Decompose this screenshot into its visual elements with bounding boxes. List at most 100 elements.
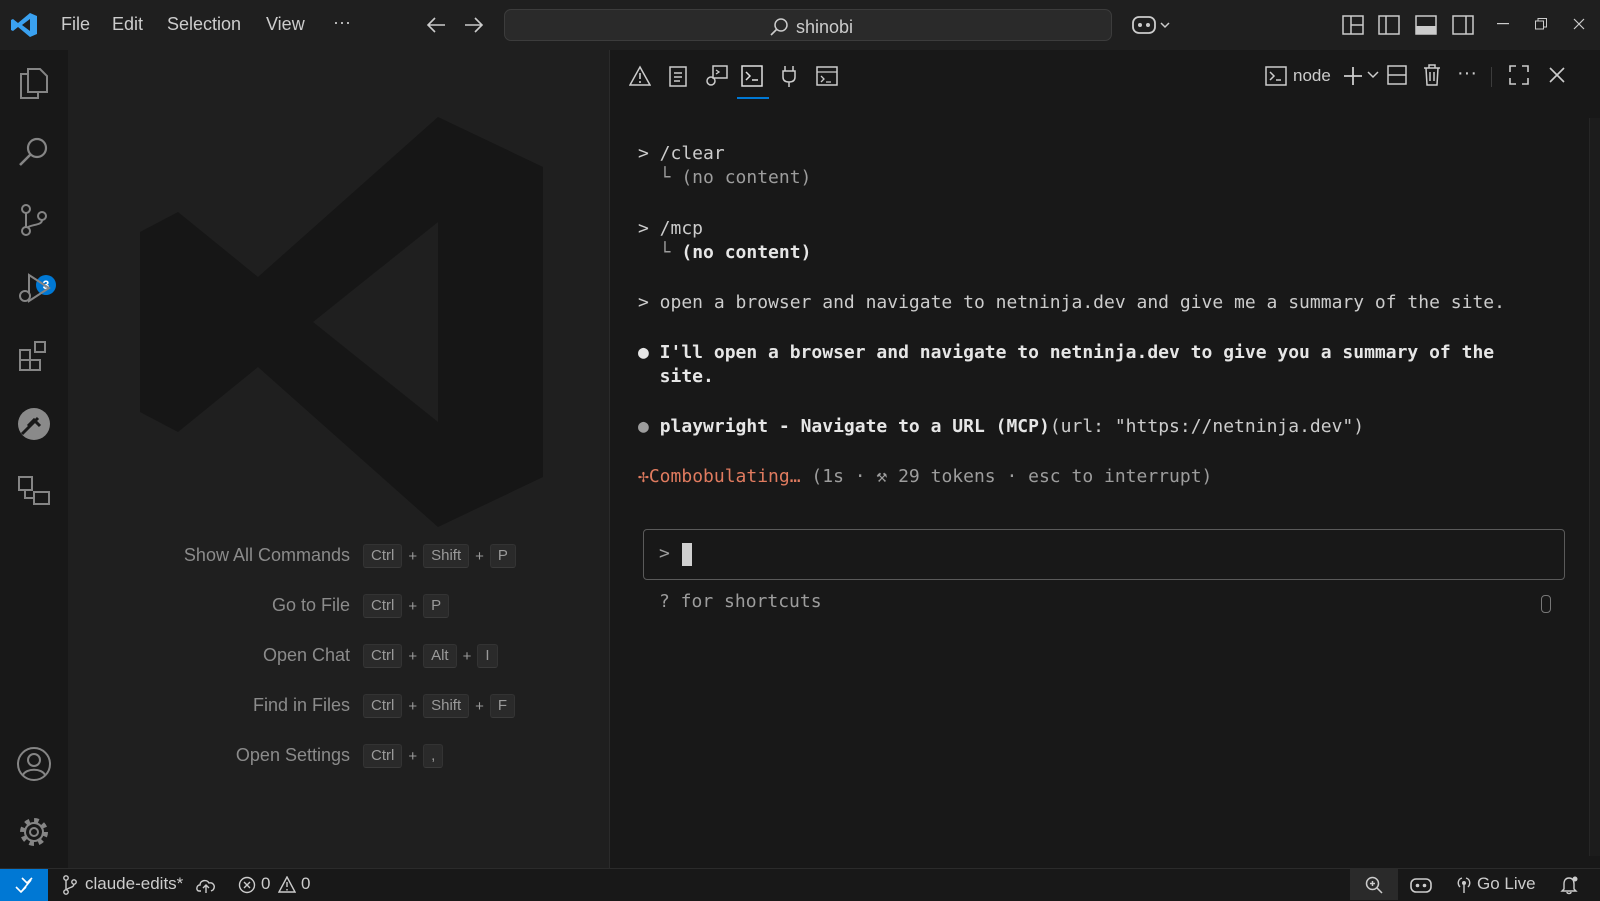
key: P bbox=[423, 594, 450, 618]
shortcut-row[interactable]: Go to File bbox=[68, 593, 350, 617]
remote-icon bbox=[15, 877, 33, 893]
copilot-status-icon[interactable] bbox=[1409, 875, 1433, 895]
go-live-label[interactable]: Go Live bbox=[1477, 874, 1536, 894]
remote-indicator[interactable] bbox=[0, 869, 48, 901]
key: I bbox=[477, 644, 498, 668]
tool-args: (url: "https://netninja.dev") bbox=[1049, 416, 1365, 437]
spinner-icon: ✢ bbox=[638, 466, 649, 487]
shortcut-keys: Ctrl + Shift + F bbox=[363, 694, 516, 718]
warnings-count[interactable]: 0 bbox=[301, 874, 310, 894]
user-prompt-line: > open a browser and navigate to netninj… bbox=[638, 292, 1505, 313]
terminal-scrollbar[interactable] bbox=[1589, 118, 1600, 856]
zoom-indicator[interactable] bbox=[1350, 869, 1398, 900]
shortcut-row[interactable]: Open Chat bbox=[68, 643, 350, 667]
terminal-line: > /mcp bbox=[638, 218, 704, 239]
status-detail: (1s · ⚒ 29 tokens · esc to interrupt) bbox=[800, 466, 1213, 487]
input-prompt-symbol: > bbox=[659, 543, 670, 564]
shortcut-label: Open Settings bbox=[235, 745, 350, 765]
errors-icon[interactable] bbox=[238, 876, 256, 894]
run-and-debug-icon[interactable] bbox=[16, 270, 52, 306]
remote-explorer-icon[interactable] bbox=[16, 406, 52, 442]
shortcut-row[interactable]: Open Settings bbox=[68, 743, 350, 767]
title-bar: File Edit Selection View ··· shinobi bbox=[0, 0, 1600, 50]
errors-count[interactable]: 0 bbox=[261, 874, 270, 894]
customize-layout-icon[interactable] bbox=[1342, 15, 1364, 35]
forward-arrow-icon[interactable] bbox=[463, 15, 485, 35]
claude-input-box[interactable]: > bbox=[643, 529, 1565, 580]
tool-bullet: ● bbox=[638, 416, 660, 437]
assistant-message: ● I'll open a browser and navigate to ne… bbox=[638, 342, 1495, 363]
toggle-secondary-sidebar-icon[interactable] bbox=[1452, 15, 1474, 35]
restore-icon[interactable] bbox=[1535, 18, 1547, 30]
settings-gear-icon[interactable] bbox=[16, 814, 52, 850]
key: F bbox=[489, 694, 516, 718]
git-branch-icon[interactable] bbox=[62, 875, 78, 895]
shortcut-keys: Ctrl + P bbox=[363, 594, 450, 618]
toggle-primary-sidebar-icon[interactable] bbox=[1378, 15, 1400, 35]
key: Ctrl bbox=[363, 644, 403, 668]
close-window-icon[interactable] bbox=[1573, 18, 1585, 30]
scroll-indicator bbox=[1541, 595, 1551, 613]
key: Ctrl bbox=[363, 544, 403, 568]
status-word: Combobulating… bbox=[648, 466, 801, 487]
shortcut-label: Go to File bbox=[271, 595, 350, 615]
key: Alt bbox=[423, 644, 457, 668]
menu-view[interactable]: View bbox=[266, 14, 305, 35]
key: Ctrl bbox=[363, 744, 403, 768]
shortcut-keys: Ctrl + Alt + I bbox=[363, 644, 498, 668]
key: Ctrl bbox=[363, 594, 403, 618]
warnings-icon[interactable] bbox=[278, 876, 296, 894]
tree-connector: └ bbox=[638, 242, 682, 263]
search-icon bbox=[769, 17, 789, 37]
shortcut-row[interactable]: Show All Commands bbox=[68, 543, 350, 567]
command-center-search[interactable]: shinobi bbox=[504, 9, 1112, 41]
tool-call-line: ● playwright - Navigate to a URL (MCP)(u… bbox=[638, 416, 1364, 437]
key: Shift bbox=[423, 544, 470, 568]
search-sidebar-icon[interactable] bbox=[16, 134, 52, 170]
activity-bar: 3 bbox=[0, 50, 68, 868]
vscode-watermark-icon bbox=[138, 112, 558, 532]
menu-selection[interactable]: Selection bbox=[167, 14, 241, 35]
key: P bbox=[489, 544, 516, 568]
menu-edit[interactable]: Edit bbox=[112, 14, 143, 35]
assistant-message-cont: site. bbox=[638, 366, 714, 387]
accounts-icon[interactable] bbox=[16, 746, 52, 782]
shortcut-label: Find in Files bbox=[252, 695, 350, 715]
terminal-output[interactable]: > /clear └ (no content) > /mcp └ (no con… bbox=[611, 50, 1600, 868]
search-text: shinobi bbox=[796, 17, 854, 37]
shortcut-label: Open Chat bbox=[262, 645, 350, 665]
terminal-line: └ (no content) bbox=[638, 167, 812, 188]
editor-area[interactable]: Show All Commands Ctrl + Shift + P Go to F… bbox=[68, 50, 610, 868]
text-cursor bbox=[682, 543, 692, 566]
mcp-result: (no content) bbox=[681, 242, 812, 263]
git-branch-name[interactable]: claude-edits* bbox=[85, 874, 183, 894]
extensions-icon[interactable] bbox=[16, 338, 52, 374]
key: , bbox=[423, 744, 444, 768]
terminal-line: └ (no content) bbox=[638, 242, 812, 263]
menu-more[interactable]: ··· bbox=[333, 12, 351, 33]
shortcut-label: Show All Commands bbox=[183, 545, 350, 565]
key: Shift bbox=[423, 694, 470, 718]
menu-file[interactable]: File bbox=[61, 14, 90, 35]
copilot-icon[interactable] bbox=[1131, 13, 1171, 37]
toggle-panel-icon[interactable] bbox=[1415, 15, 1437, 35]
shortcut-keys: Ctrl + , bbox=[363, 744, 444, 768]
key: Ctrl bbox=[363, 694, 403, 718]
project-manager-icon[interactable] bbox=[16, 474, 52, 510]
shortcut-keys: Ctrl + Shift + P bbox=[363, 544, 516, 568]
vscode-logo-icon[interactable] bbox=[10, 12, 38, 38]
zoom-icon bbox=[1365, 876, 1383, 894]
notifications-bell-icon[interactable] bbox=[1560, 875, 1580, 895]
shortcuts-hint: ? for shortcuts bbox=[659, 591, 822, 612]
status-bar: claude-edits* 0 0 Go Live bbox=[0, 868, 1600, 901]
terminal-line: > /clear bbox=[638, 143, 725, 164]
minimize-icon[interactable] bbox=[1497, 23, 1509, 25]
shortcut-row[interactable]: Find in Files bbox=[68, 693, 350, 717]
publish-cloud-icon[interactable] bbox=[195, 876, 217, 894]
status-line: ✢Combobulating… (1s · ⚒ 29 tokens · esc … bbox=[638, 466, 1212, 487]
source-control-icon[interactable] bbox=[16, 202, 52, 238]
back-arrow-icon[interactable] bbox=[425, 15, 447, 35]
terminal-panel[interactable]: node ··· > /clear └ (no content) > /mcp … bbox=[611, 50, 1600, 868]
explorer-icon[interactable] bbox=[16, 65, 52, 101]
go-live-broadcast-icon[interactable] bbox=[1455, 876, 1473, 894]
